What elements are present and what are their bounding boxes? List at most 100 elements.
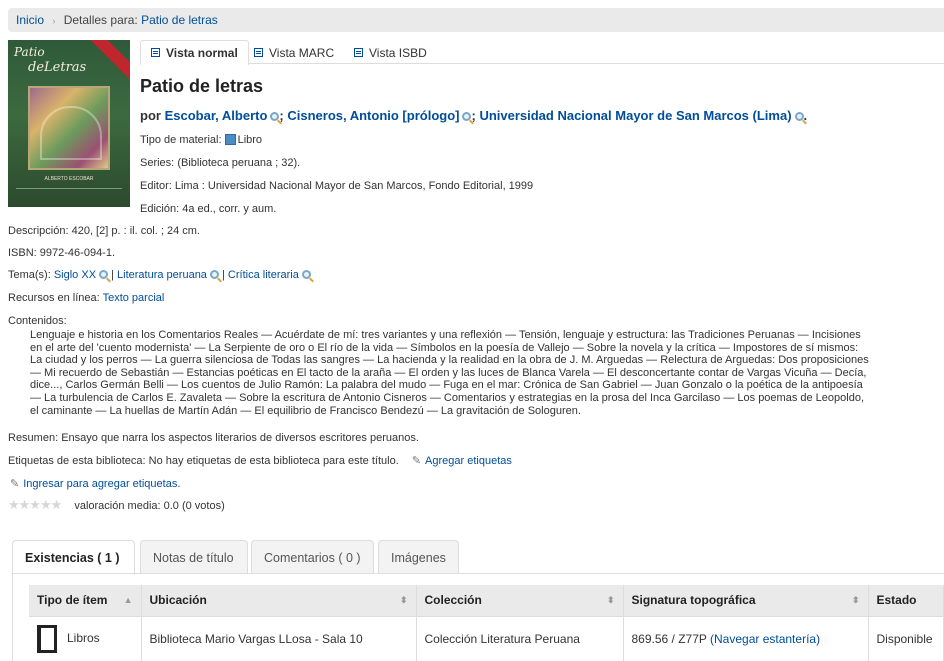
item-type-text: Libros xyxy=(67,631,100,646)
cover-footer-rule xyxy=(16,188,122,198)
tab-comments[interactable]: Comentarios ( 0 ) xyxy=(251,540,374,574)
header-label: Colección xyxy=(424,593,482,608)
cover-title-line1: Patio xyxy=(14,45,45,59)
summary-line: Resumen: Ensayo que narra los aspectos l… xyxy=(8,432,419,444)
book-cover-image[interactable]: Patio deLetras ALBERTO ESCOBAR xyxy=(8,40,130,207)
tab-isbd-view[interactable]: Vista ISBD xyxy=(343,40,438,64)
column-header-item-type[interactable]: Tipo de ítem ▲ xyxy=(29,585,142,616)
list-icon xyxy=(151,48,160,57)
tags-line: Etiquetas de esta biblioteca: No hay eti… xyxy=(8,454,512,467)
tab-holdings[interactable]: Existencias ( 1 ) xyxy=(12,540,135,575)
isbn-label: ISBN: xyxy=(8,247,37,259)
author-link-cisneros[interactable]: Cisneros, Antonio [prólogo] xyxy=(287,108,459,123)
holdings-tabs: Existencias ( 1 ) Notas de título Coment… xyxy=(12,540,944,575)
material-type-label: Tipo de material: xyxy=(140,134,222,146)
cell-collection: Colección Literatura Peruana xyxy=(416,615,624,661)
search-icon[interactable] xyxy=(99,270,109,279)
online-resources-line: Recursos en línea: Texto parcial xyxy=(8,292,164,304)
tags-label: Etiquetas de esta biblioteca: xyxy=(8,455,146,467)
edition-line: Edición: 4a ed., corr. y aum. xyxy=(140,203,276,215)
subject-link-literatura-peruana[interactable]: Literatura peruana xyxy=(117,269,207,281)
search-icon[interactable] xyxy=(462,112,472,121)
online-resources-label: Recursos en línea: xyxy=(8,292,100,304)
pencil-icon: ✎ xyxy=(411,455,422,467)
subject-link-siglo-xx[interactable]: Siglo XX xyxy=(54,269,96,281)
search-icon[interactable] xyxy=(301,270,311,279)
book-open-icon xyxy=(354,48,363,57)
call-number-text: 869.56 / Z77P xyxy=(631,632,707,647)
publisher-value: Lima : Universidad Nacional Mayor de San… xyxy=(174,180,534,192)
isbn-value: 9972-46-094-1. xyxy=(39,247,116,259)
rating-text: valoración media: 0.0 (0 votos) xyxy=(74,500,225,512)
sort-asc-icon: ▲ xyxy=(123,595,133,605)
series-line: Series: (Biblioteca peruana ; 32). xyxy=(140,157,300,169)
edition-label: Edición: xyxy=(140,203,180,215)
tab-title-notes[interactable]: Notas de título xyxy=(140,540,248,574)
tab-label: Vista ISBD xyxy=(369,46,427,60)
rating-stars-icon[interactable]: ★★★★★ xyxy=(8,497,62,513)
publisher-label: Editor: xyxy=(140,180,172,192)
description-value: 420, [2] p. : il. col. ; 24 cm. xyxy=(71,225,200,237)
cover-ribbon xyxy=(84,40,130,83)
subjects-line: Tema(s): Siglo XX | Literatura peruana |… xyxy=(8,269,311,281)
breadcrumb-details-prefix: Detalles para: xyxy=(63,13,138,27)
cover-author: ALBERTO ESCOBAR xyxy=(44,176,94,182)
table-row: Libros Biblioteca Mario Vargas LLosa - S… xyxy=(29,615,944,661)
tab-normal-view[interactable]: Vista normal xyxy=(140,40,249,65)
search-icon[interactable] xyxy=(270,112,280,121)
record-title: Patio de letras xyxy=(140,76,264,96)
book-item-icon xyxy=(37,625,57,654)
search-icon[interactable] xyxy=(209,270,219,279)
material-type-value: Libro xyxy=(237,134,263,146)
cover-painting xyxy=(28,86,110,170)
breadcrumb-separator-icon: › xyxy=(52,16,56,26)
authors-prefix: por xyxy=(140,108,161,123)
cell-item-type: Libros xyxy=(29,615,142,661)
table-header-row: Tipo de ítem ▲ Ubicación ⬍ Colección ⬍ Sign… xyxy=(29,585,944,616)
contents-label: Contenidos: xyxy=(8,315,67,327)
login-to-tag-link[interactable]: Ingresar para agregar etiquetas. xyxy=(23,478,180,490)
login-tags-line: ✎ Ingresar para agregar etiquetas. xyxy=(10,477,180,490)
edition-value: 4a ed., corr. y aum. xyxy=(182,203,277,215)
header-label: Tipo de ítem xyxy=(37,593,108,608)
description-line: Descripción: 420, [2] p. : il. col. ; 24… xyxy=(8,225,200,237)
sort-icon: ⬍ xyxy=(606,595,615,605)
add-tags-link[interactable]: Agregar etiquetas xyxy=(425,455,512,467)
cell-location: Biblioteca Mario Vargas LLosa - Sala 10 xyxy=(141,615,417,661)
header-label: Ubicación xyxy=(149,593,207,608)
author-link-unmsm[interactable]: Universidad Nacional Mayor de San Marcos… xyxy=(479,108,791,123)
header-label: Estado xyxy=(876,593,917,608)
tags-value: No hay etiquetas de esta biblioteca para… xyxy=(148,455,399,467)
subject-link-critica-literaria[interactable]: Crítica literaria xyxy=(228,269,299,281)
column-header-location[interactable]: Ubicación ⬍ xyxy=(141,585,417,616)
record-authors: por Escobar, Alberto; Cisneros, Antonio … xyxy=(140,108,808,123)
author-link-escobar[interactable]: Escobar, Alberto xyxy=(165,108,268,123)
contents-text: Lenguaje e historia en los Comentarios R… xyxy=(30,329,869,417)
tab-images[interactable]: Imágenes xyxy=(378,540,459,574)
tab-label: Vista MARC xyxy=(269,46,335,60)
breadcrumb-home-link[interactable]: Inicio xyxy=(16,13,44,27)
browse-shelf-link[interactable]: (Navegar estantería) xyxy=(710,632,820,646)
summary-value: Ensayo que narra los aspectos literarios… xyxy=(61,432,419,444)
column-header-status[interactable]: Estado xyxy=(868,585,944,616)
tab-marc-view[interactable]: Vista MARC xyxy=(243,40,345,64)
breadcrumb-current-link[interactable]: Patio de letras xyxy=(141,13,218,27)
summary-label: Resumen: xyxy=(8,432,59,444)
cover-title-line2: deLetras xyxy=(28,60,87,75)
online-resource-link[interactable]: Texto parcial xyxy=(103,292,165,304)
sort-icon: ⬍ xyxy=(399,595,408,605)
series-value: (Biblioteca peruana ; 32). xyxy=(177,157,301,169)
holdings-table: Tipo de ítem ▲ Ubicación ⬍ Colección ⬍ Sign… xyxy=(29,585,944,661)
cell-call-number: 869.56 / Z77P (Navegar estantería) xyxy=(623,615,869,661)
column-header-collection[interactable]: Colección ⬍ xyxy=(416,585,624,616)
search-icon[interactable] xyxy=(794,112,804,121)
publisher-line: Editor: Lima : Universidad Nacional Mayo… xyxy=(140,180,533,192)
column-header-call-number[interactable]: Signatura topográfica ⬍ xyxy=(623,585,869,616)
description-label: Descripción: xyxy=(8,225,69,237)
rating-line: ★★★★★ valoración media: 0.0 (0 votos) xyxy=(8,497,225,513)
view-tabs: Vista normal Vista MARC Vista ISBD xyxy=(140,40,944,65)
cell-status: Disponible xyxy=(868,615,944,661)
isbn-line: ISBN: 9972-46-094-1. xyxy=(8,247,115,259)
breadcrumb: Inicio › Detalles para: Patio de letras xyxy=(8,8,944,32)
pencil-icon: ✎ xyxy=(10,478,20,490)
